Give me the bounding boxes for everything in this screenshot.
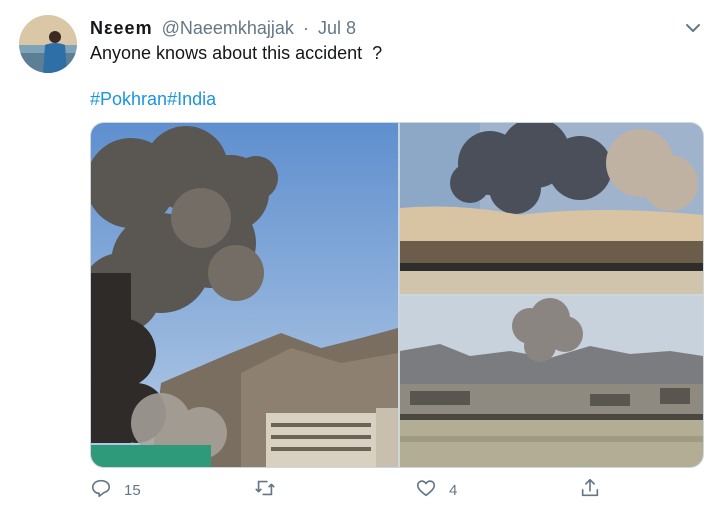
hashtags: #Pokhran#India xyxy=(90,88,216,110)
share-icon xyxy=(579,477,601,504)
avatar[interactable] xyxy=(19,15,77,73)
retweet-button[interactable] xyxy=(254,476,276,504)
hashtag-pokhran[interactable]: #Pokhran xyxy=(90,89,167,109)
share-button[interactable] xyxy=(579,476,601,504)
chevron-down-icon[interactable] xyxy=(682,17,704,39)
media-photo-1[interactable] xyxy=(91,123,398,467)
media-photo-2[interactable] xyxy=(400,123,703,294)
reply-button[interactable]: 15 xyxy=(90,476,141,504)
author-name[interactable]: Nεeem xyxy=(90,18,153,38)
tweet-date[interactable]: Jul 8 xyxy=(318,18,356,38)
like-button[interactable]: 4 xyxy=(415,476,457,504)
like-count: 4 xyxy=(449,481,458,499)
reply-count: 15 xyxy=(124,481,141,499)
hashtag-india[interactable]: #India xyxy=(167,89,216,109)
tweet-header: Nεeem @Naeemkhajjak · Jul 8 xyxy=(90,17,356,39)
tweet-card[interactable]: Nεeem @Naeemkhajjak · Jul 8 Anyone knows… xyxy=(0,0,720,516)
heart-icon xyxy=(415,477,437,504)
reply-icon xyxy=(90,477,112,504)
retweet-icon xyxy=(254,477,276,504)
tweet-text: Anyone knows about this accident ? xyxy=(90,43,383,63)
media-photo-3[interactable] xyxy=(400,296,703,467)
author-handle[interactable]: @Naeemkhajjak xyxy=(162,18,294,38)
tweet-actions: 15 4 xyxy=(90,476,610,504)
separator-dot: · xyxy=(302,18,309,38)
media-grid xyxy=(90,122,704,468)
